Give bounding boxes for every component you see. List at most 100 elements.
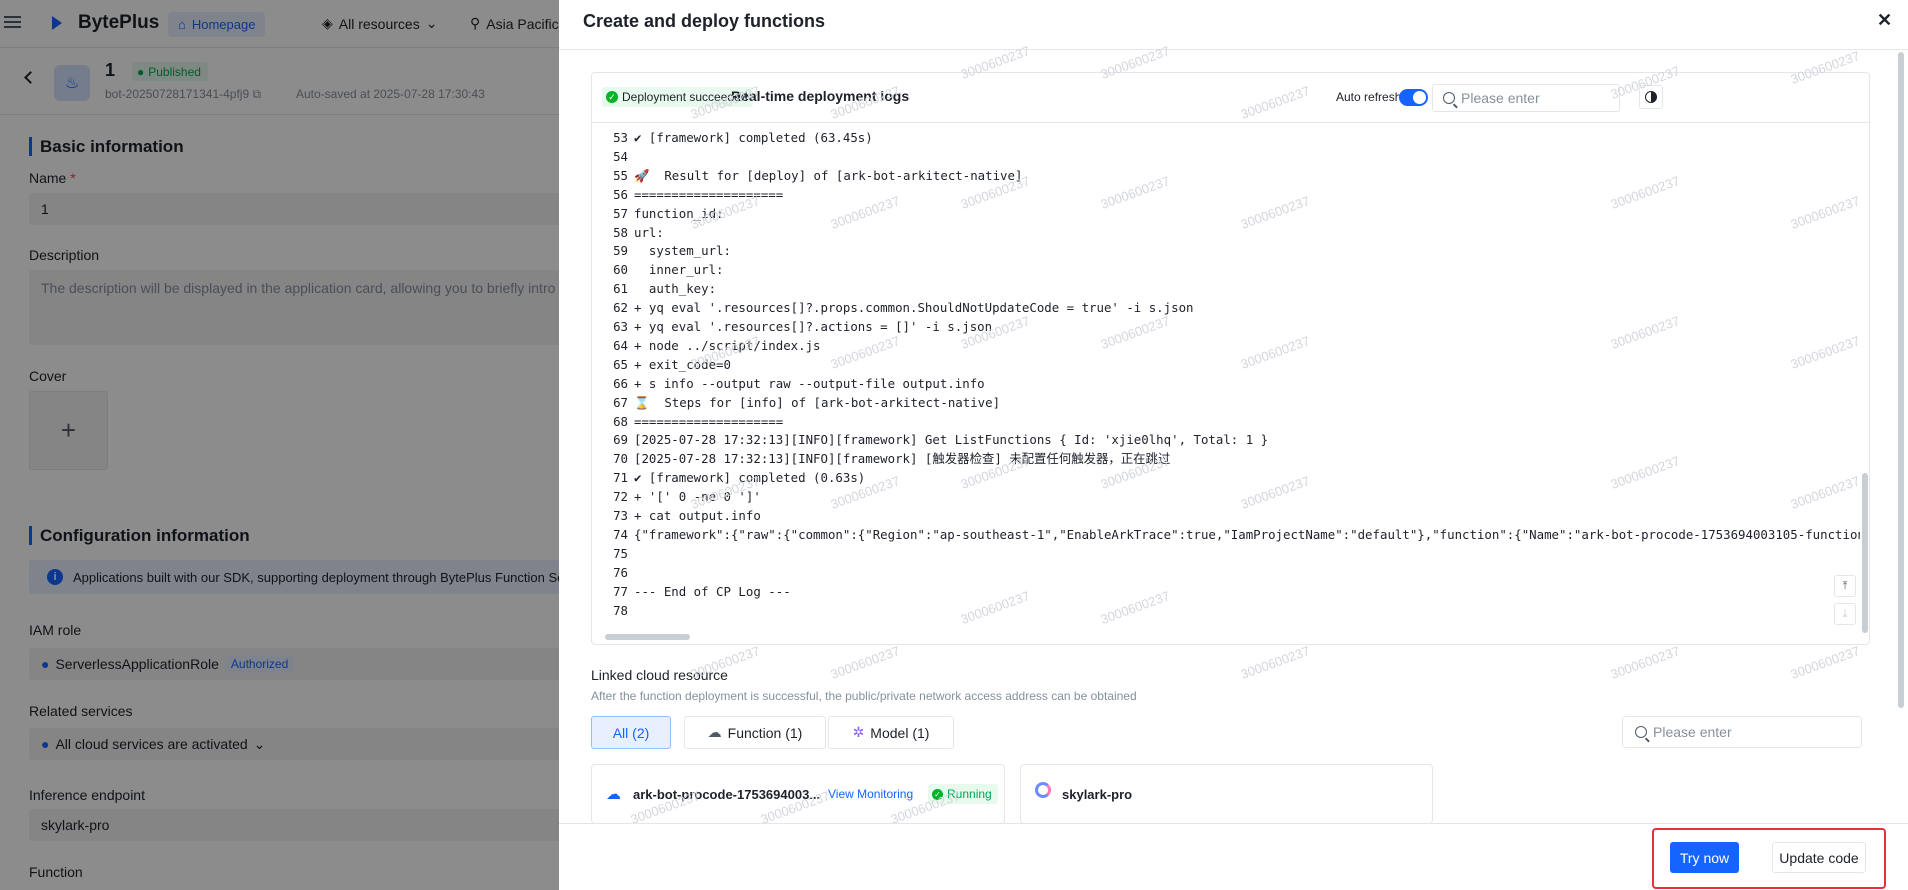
resource-search-input[interactable]: Please enter [1622, 716, 1862, 748]
function-resource-name: ark-bot-procode-1753694003... [633, 787, 821, 802]
try-now-button[interactable]: Try now [1670, 842, 1739, 873]
watermark-text: 3000600237 [828, 643, 902, 682]
function-resource-card[interactable]: ☁ ark-bot-procode-1753694003... View Mon… [591, 764, 1005, 824]
log-line-text: + cat output.info [634, 508, 761, 523]
log-line-number: 61 [613, 281, 628, 297]
tab-function-label: Function (1) [727, 724, 803, 741]
drawer-title: Create and deploy functions [583, 11, 826, 31]
update-code-button[interactable]: Update code [1772, 842, 1866, 873]
search-icon [1635, 726, 1647, 738]
cloud-function-icon: ☁ [606, 786, 621, 803]
log-line-text: + yq eval '.resources[]?.props.common.Sh… [634, 300, 1194, 316]
linked-resource-title: Linked cloud resource [591, 667, 728, 683]
check-circle-icon: ✓ [932, 788, 943, 800]
toggle-knob [1413, 91, 1426, 104]
log-line-text: url: [634, 224, 664, 240]
log-line-text: + exit_code=0 [634, 356, 731, 372]
watermark-text: 3000600237 [1608, 643, 1682, 682]
log-line-text: system_url: [634, 243, 731, 259]
linked-resource-desc: After the function deployment is success… [591, 689, 1137, 703]
log-line-number: 55 [613, 167, 628, 183]
deployment-log-panel: ✓ Deployment succeeded Real-time deploym… [591, 72, 1870, 645]
log-line-number: 77 [613, 583, 628, 599]
running-label: Running [947, 787, 992, 801]
deploy-drawer: Create and deploy functions ✕ ✓ Deployme… [559, 0, 1908, 890]
drawer-footer: Try now Update code [559, 823, 1908, 890]
arrow-up-icon: ⤒ [1842, 579, 1848, 592]
log-line-number: 71 [613, 470, 628, 486]
log-line-text: --- End of CP Log --- [634, 583, 791, 599]
drawer-divider [559, 49, 1908, 50]
log-line-text: ==================== [634, 186, 784, 202]
view-monitoring-link[interactable]: View Monitoring [828, 787, 913, 801]
sparkle-icon: ✲ [852, 724, 865, 740]
log-line-text: {"framework":{"raw":{"common":{"Region":… [634, 526, 1860, 542]
log-line-text: [2025-07-28 17:32:13][INFO][framework] G… [634, 432, 1269, 448]
log-vertical-scrollbar[interactable] [1862, 473, 1868, 633]
model-resource-card[interactable]: skylark-pro [1020, 764, 1433, 824]
scroll-bottom-button[interactable]: ⤓ [1834, 603, 1856, 625]
log-line-text: inner_url: [634, 262, 724, 278]
log-line-text: [2025-07-28 17:32:13][INFO][framework] [… [634, 451, 1171, 467]
watermark-text: 3000600237 [1788, 643, 1862, 682]
drawer-scrollbar[interactable] [1898, 52, 1904, 708]
log-search-placeholder: Please enter [1461, 90, 1540, 106]
log-line-number: 62 [613, 300, 628, 316]
log-line-text: ==================== [634, 413, 784, 429]
log-line-number: 65 [613, 356, 628, 372]
check-circle-icon: ✓ [606, 91, 618, 103]
log-line-text: + '[' 0 -ne 0 ']' [634, 489, 761, 505]
log-horizontal-scrollbar[interactable] [605, 634, 690, 640]
close-icon[interactable]: ✕ [1877, 10, 1892, 31]
search-icon [1443, 92, 1455, 104]
log-line-number: 69 [613, 432, 628, 448]
log-line-text: function_id: [634, 205, 724, 221]
log-line-number: 58 [613, 224, 628, 240]
log-line-number: 67 [613, 394, 628, 410]
log-line-number: 63 [613, 319, 628, 334]
log-title: Real-time deployment logs [731, 88, 910, 104]
log-line-number: 64 [613, 337, 628, 353]
log-line-number: 75 [613, 545, 628, 561]
log-line-number: 66 [613, 375, 628, 391]
tab-model[interactable]: ✲ Model (1) [828, 716, 954, 749]
log-line-text: ✔ [framework] completed (63.45s) [634, 130, 873, 145]
log-line-text: + yq eval '.resources[]?.actions = []' -… [634, 319, 993, 334]
auto-refresh-toggle[interactable] [1399, 89, 1428, 106]
log-line-text: ⌛ Steps for [info] of [ark-bot-arkitect-… [634, 394, 1001, 410]
log-line-number: 54 [613, 148, 628, 164]
resource-search-placeholder: Please enter [1653, 724, 1732, 740]
log-line-number: 59 [613, 243, 628, 259]
log-line-text: auth_key: [634, 281, 717, 297]
log-line-number: 76 [613, 564, 628, 580]
arrow-down-icon: ⤓ [1842, 607, 1848, 620]
log-line-number: 56 [613, 186, 628, 202]
log-search-input[interactable]: Please enter [1432, 84, 1620, 112]
model-logo-icon [1035, 782, 1051, 798]
log-line-number: 53 [613, 130, 628, 145]
log-content[interactable]: 53 ✔ [framework] completed (63.45s) 54 55 🚀 … [592, 124, 1860, 640]
log-header: ✓ Deployment succeeded Real-time deploym… [592, 73, 1869, 123]
theme-toggle-button[interactable] [1639, 85, 1663, 109]
log-line-text: 🚀 Result for [deploy] of [ark-bot-arkite… [634, 167, 1023, 183]
auto-refresh-label: Auto refresh [1336, 90, 1402, 104]
watermark-text: 3000600237 [1238, 643, 1312, 682]
tab-all[interactable]: All (2) [591, 716, 671, 749]
model-resource-name: skylark-pro [1062, 787, 1133, 802]
contrast-icon [1645, 91, 1657, 103]
deployment-status-text: Deployment succeeded [622, 90, 748, 104]
tab-model-label: Model (1) [870, 724, 930, 741]
log-line-number: 74 [613, 526, 628, 542]
log-line-number: 72 [613, 489, 628, 505]
log-line-number: 68 [613, 413, 628, 429]
log-line-text: + s info --output raw --output-file outp… [634, 375, 985, 391]
tab-all-label: All (2) [612, 724, 650, 741]
log-line-number: 60 [613, 262, 628, 278]
log-line-number: 70 [613, 451, 628, 467]
cloud-icon: ☁ [707, 724, 722, 740]
log-line-number: 57 [613, 205, 628, 221]
tab-function[interactable]: ☁ Function (1) [684, 716, 826, 749]
scroll-top-button[interactable]: ⤒ [1834, 575, 1856, 597]
log-line-number: 78 [613, 602, 628, 618]
log-line-number: 73 [613, 508, 628, 523]
